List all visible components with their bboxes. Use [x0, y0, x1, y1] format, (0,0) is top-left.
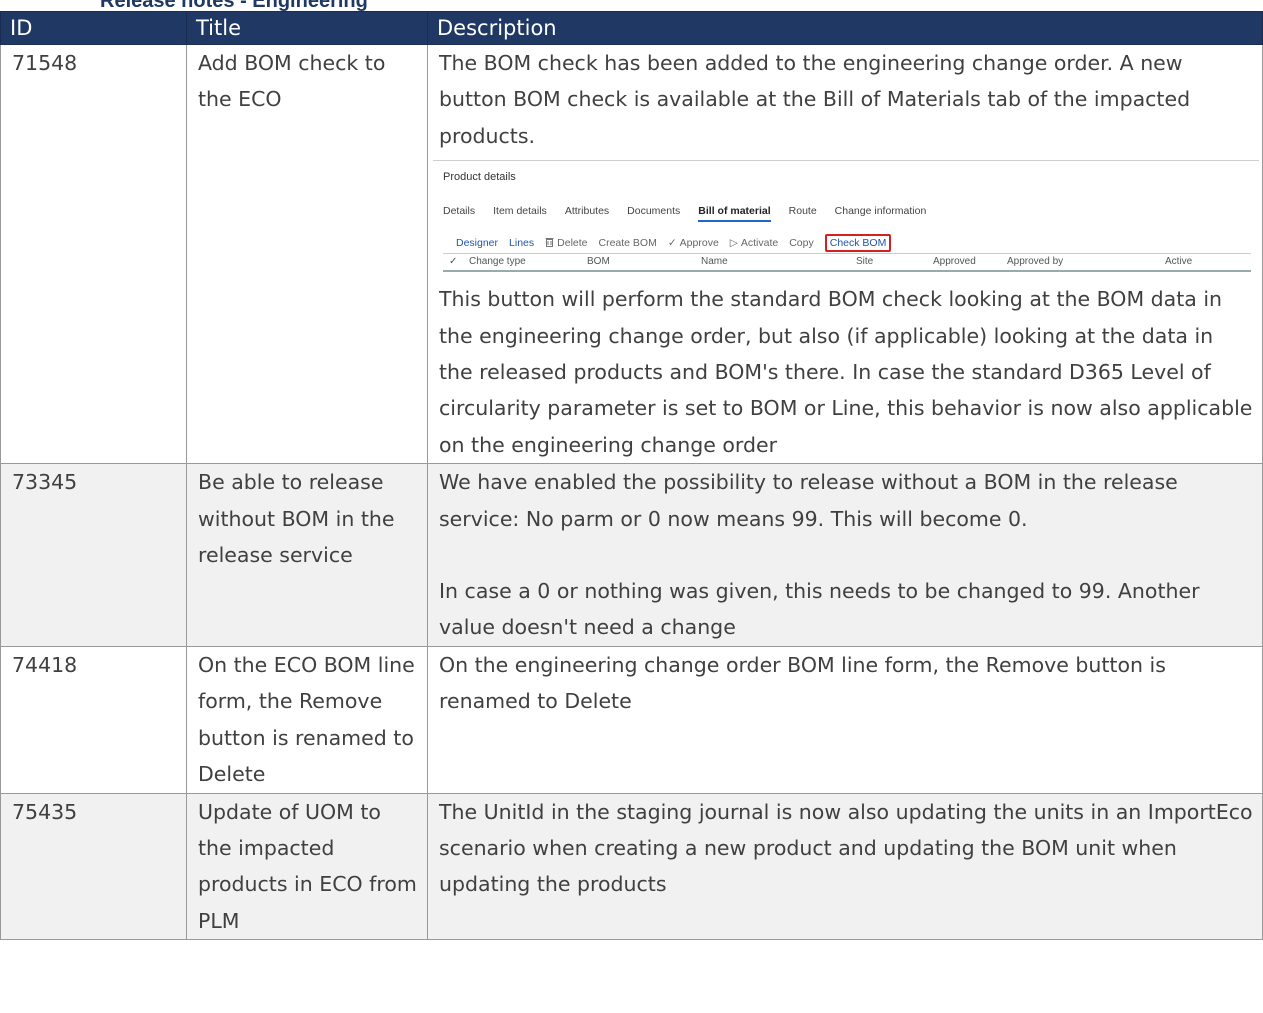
check-bom-button-highlight: Check BOM — [824, 234, 892, 253]
screenshot-grid-header: ✓ Change type BOM Name Site Approved App… — [443, 253, 1251, 273]
screenshot-title: Product details — [443, 171, 516, 184]
check-icon: ✓ — [667, 237, 677, 250]
tab-change-information: Change information — [834, 205, 927, 218]
activate-label: Activate — [740, 237, 779, 250]
grid-col-bom: BOM — [587, 256, 610, 268]
row-title: On the ECO BOM line form, the Remove but… — [186, 645, 428, 794]
designer-link: Designer — [456, 237, 499, 250]
table-row: 73345 Be able to release without BOM in … — [0, 463, 1263, 647]
column-header-title: Title — [186, 11, 428, 45]
table-row: 75435 Update of UOM to the impacted prod… — [0, 792, 1263, 941]
grid-col-approved-by: Approved by — [1007, 256, 1064, 268]
row-id: 71548 — [0, 43, 187, 465]
row-description: The UnitId in the staging journal is now… — [427, 792, 1263, 941]
description-text: We have enabled the possibility to relea… — [439, 470, 1178, 531]
trash-icon — [545, 237, 554, 250]
copy-label: Copy — [789, 237, 814, 250]
table-row: 71548 Add BOM check to the ECO The BOM c… — [0, 43, 1263, 465]
select-all-check-icon: ✓ — [449, 256, 458, 268]
tab-documents: Documents — [627, 205, 681, 218]
delete-label: Delete — [557, 237, 588, 250]
description-text: This button will perform the standard BO… — [439, 287, 1253, 457]
description-text: In case a 0 or nothing was given, this n… — [439, 579, 1200, 640]
lines-link: Lines — [509, 237, 535, 250]
table-row: 74418 On the ECO BOM line form, the Remo… — [0, 645, 1263, 794]
grid-col-site: Site — [856, 256, 874, 268]
play-icon: ▷ — [729, 237, 738, 250]
description-text: The BOM check has been added to the engi… — [439, 51, 1191, 148]
row-id: 74418 — [0, 645, 187, 794]
table-header-row: ID Title Description — [0, 11, 1263, 45]
row-id: 73345 — [0, 463, 187, 647]
approve-label: Approve — [679, 237, 719, 250]
row-title: Add BOM check to the ECO — [186, 43, 428, 465]
row-id: 75435 — [0, 792, 187, 941]
release-notes-table: ID Title Description 71548 Add BOM check… — [0, 11, 1263, 941]
tab-attributes: Attributes — [564, 205, 610, 218]
tab-item-details: Item details — [493, 205, 547, 218]
grid-col-active: Active — [1165, 256, 1193, 268]
row-description: We have enabled the possibility to relea… — [427, 463, 1263, 647]
tab-route: Route — [788, 205, 817, 218]
create-bom-label: Create BOM — [598, 237, 657, 250]
tab-bill-of-material: Bill of material — [698, 205, 771, 223]
grid-col-name: Name — [701, 256, 728, 268]
grid-col-change-type: Change type — [469, 256, 526, 268]
tab-details: Details — [443, 205, 476, 218]
embedded-screenshot: Product details Details Item details Att… — [433, 160, 1259, 273]
screenshot-tabs: Details Item details Attributes Document… — [443, 205, 944, 223]
row-description: The BOM check has been added to the engi… — [427, 43, 1263, 465]
row-description: On the engineering change order BOM line… — [427, 645, 1263, 794]
section-heading: Release notes - Engineering — [100, 0, 368, 11]
column-header-id: ID — [0, 11, 187, 45]
screenshot-toolbar: Designer Lines Delete Create BOM ✓ Appro… — [456, 234, 902, 253]
grid-col-approved: Approved — [933, 256, 976, 268]
row-title: Update of UOM to the impacted products i… — [186, 792, 428, 941]
column-header-description: Description — [427, 11, 1263, 45]
row-title: Be able to release without BOM in the re… — [186, 463, 428, 647]
